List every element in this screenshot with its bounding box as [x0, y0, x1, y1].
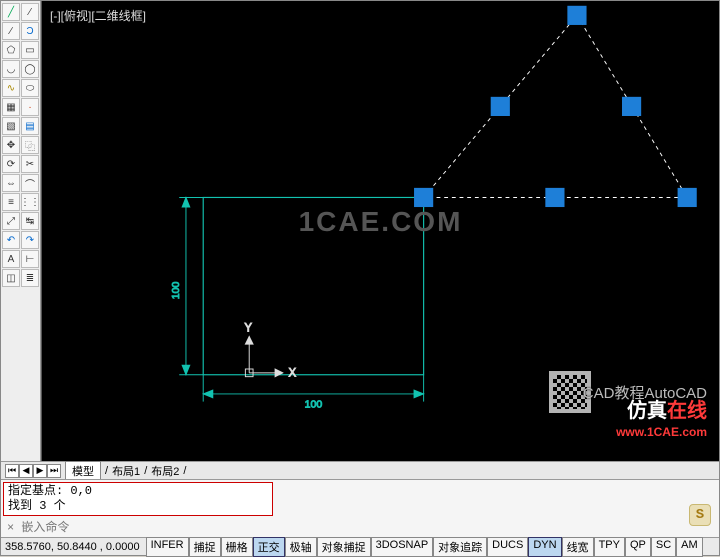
drawing-canvas[interactable]: [-][俯视][二维线框] 100: [41, 1, 719, 461]
tab-nav-next[interactable]: ▶: [33, 464, 47, 478]
grip-vertex-2[interactable]: [678, 188, 697, 207]
toggle-对象追踪[interactable]: 对象追踪: [433, 537, 487, 557]
status-toggles: INFER捕捉栅格正交极轴对象捕捉3DOSNAP对象追踪DUCSDYN线宽TPY…: [146, 537, 703, 557]
toggle-3dosnap[interactable]: 3DOSNAP: [371, 537, 434, 557]
tab-nav-first[interactable]: ⏮: [5, 464, 19, 478]
ime-indicator: S: [689, 504, 711, 526]
hatch-tool[interactable]: ▦: [2, 98, 20, 116]
xline-tool[interactable]: ∕: [2, 22, 20, 40]
text-tool[interactable]: A: [2, 250, 20, 268]
cursor-coords: 358.5760, 50.8440 , 0.0000: [5, 541, 140, 553]
block-tool[interactable]: ◫: [2, 269, 20, 287]
toggle-正交[interactable]: 正交: [253, 537, 285, 557]
copy-tool[interactable]: ⿻: [21, 136, 39, 154]
command-prompt[interactable]: × 嵌入命令: [7, 521, 69, 535]
spline-tool[interactable]: ∿: [2, 79, 20, 97]
tab-nav-last[interactable]: ⏭: [47, 464, 61, 478]
tab-layout1[interactable]: 布局1: [112, 463, 140, 479]
point-tool[interactable]: ·: [21, 98, 39, 116]
toggle-对象捕捉[interactable]: 对象捕捉: [317, 537, 371, 557]
region-tool[interactable]: ▧: [2, 117, 20, 135]
rotate-tool[interactable]: ⟳: [2, 155, 20, 173]
stretch-tool[interactable]: ↹: [21, 212, 39, 230]
dim-horizontal: 100: [305, 398, 323, 410]
watermark-site-cn: 仿真在线: [627, 394, 707, 423]
tab-nav[interactable]: ⏮ ◀ ▶ ⏭: [5, 464, 61, 478]
grip-vertex-3[interactable]: [567, 6, 586, 25]
move-tool[interactable]: ✥: [2, 136, 20, 154]
command-window: 指定基点: 0,0 找到 3 个 × 嵌入命令 S: [1, 479, 719, 537]
polyline-tool[interactable]: Ɔ: [21, 22, 39, 40]
axis-y-label: Y: [244, 323, 252, 335]
dim-tool[interactable]: ⊢: [21, 250, 39, 268]
tab-model[interactable]: 模型: [65, 461, 101, 481]
scale-tool[interactable]: ⤢: [2, 212, 20, 230]
toggle-栅格[interactable]: 栅格: [221, 537, 253, 557]
line-tool[interactable]: ╱: [2, 3, 20, 21]
array-tool[interactable]: ⋮⋮: [21, 193, 39, 211]
toggle-sc[interactable]: SC: [651, 537, 676, 557]
toggle-qp[interactable]: QP: [625, 537, 651, 557]
toggle-捕捉[interactable]: 捕捉: [189, 537, 221, 557]
toggle-ducs[interactable]: DUCS: [487, 537, 528, 557]
toggle-infer[interactable]: INFER: [146, 537, 189, 557]
trim-tool[interactable]: ✂: [21, 155, 39, 173]
existing-rect: [203, 197, 423, 374]
command-line-1: 指定基点: 0,0: [8, 484, 268, 499]
left-toolbar: ╱⁄ ∕Ɔ ⬠▭ ◡◯ ∿⬭ ▦· ▧▤ ✥⿻ ⟳✂ ⇔⌒ ≡⋮⋮ ⤢↹ ↶↷ …: [1, 1, 41, 461]
fillet-tool[interactable]: ⌒: [21, 174, 39, 192]
selected-triangle[interactable]: [424, 15, 688, 197]
watermark-site-url: www.1CAE.com: [616, 425, 707, 439]
table-tool[interactable]: ▤: [21, 117, 39, 135]
grip-vertex-1[interactable]: [414, 188, 433, 207]
ray-tool[interactable]: ⁄: [21, 3, 39, 21]
status-bar: 358.5760, 50.8440 , 0.0000 INFER捕捉栅格正交极轴…: [1, 537, 719, 555]
properties-tool[interactable]: ≣: [21, 269, 39, 287]
axis-x-label: X: [289, 368, 297, 380]
toggle-tpy[interactable]: TPY: [594, 537, 625, 557]
mirror-tool[interactable]: ⇔: [2, 174, 20, 192]
undo-tool[interactable]: ↶: [2, 231, 20, 249]
dim-vertical: 100: [170, 281, 182, 299]
arc-tool[interactable]: ◡: [2, 60, 20, 78]
redo-tool[interactable]: ↷: [21, 231, 39, 249]
ellipse-tool[interactable]: ⬭: [21, 79, 39, 97]
tab-layout2[interactable]: 布局2: [151, 463, 179, 479]
polygon-tool[interactable]: ⬠: [2, 41, 20, 59]
toggle-线宽[interactable]: 线宽: [562, 537, 594, 557]
toggle-极轴[interactable]: 极轴: [285, 537, 317, 557]
tab-nav-prev[interactable]: ◀: [19, 464, 33, 478]
rect-tool[interactable]: ▭: [21, 41, 39, 59]
toggle-am[interactable]: AM: [676, 537, 703, 557]
circle-tool[interactable]: ◯: [21, 60, 39, 78]
command-line-2: 找到 3 个: [8, 499, 268, 514]
offset-tool[interactable]: ≡: [2, 193, 20, 211]
toggle-dyn[interactable]: DYN: [528, 537, 561, 557]
command-history-highlight: 指定基点: 0,0 找到 3 个: [3, 482, 273, 516]
grip-midpoint-2[interactable]: [491, 97, 510, 116]
layout-tabs: ⏮ ◀ ▶ ⏭ 模型 / 布局1 / 布局2 /: [1, 461, 719, 479]
grip-midpoint-3[interactable]: [622, 97, 641, 116]
grip-midpoint-1[interactable]: [545, 188, 564, 207]
